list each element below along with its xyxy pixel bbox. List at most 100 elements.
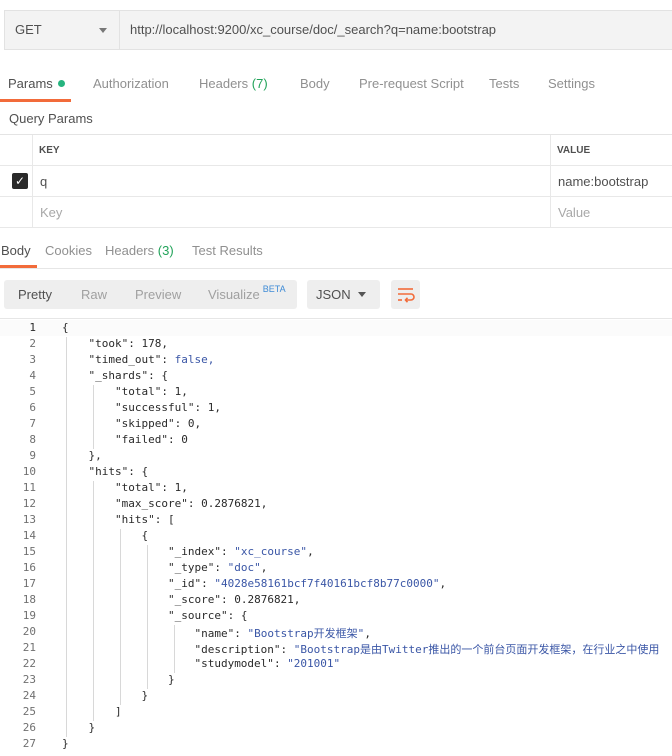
code-line: "total": 1, — [114, 385, 188, 398]
line-number: 26 — [22, 721, 36, 734]
wrap-lines-button[interactable] — [391, 280, 420, 309]
active-dot-icon — [57, 80, 65, 87]
param-value[interactable]: name:bootstrap — [558, 174, 648, 189]
tab-authorization[interactable]: Authorization — [93, 76, 169, 91]
line-number: 3 — [29, 353, 36, 366]
url-input[interactable]: http://localhost:9200/xc_course/doc/_sea… — [119, 10, 672, 50]
key-placeholder[interactable]: Key — [40, 205, 62, 220]
view-mode-preview[interactable]: Preview — [135, 287, 181, 302]
line-number: 12 — [22, 497, 36, 510]
key-column-header: KEY — [39, 145, 60, 156]
format-label: JSON — [316, 287, 351, 302]
line-number: 8 — [29, 433, 36, 446]
line-number: 22 — [22, 657, 36, 670]
code-line: "studymodel": "201001" — [194, 657, 341, 670]
code-line: "successful": 1, — [114, 401, 221, 414]
wrap-lines-icon — [398, 288, 415, 303]
visualize-label: Visualize — [208, 287, 260, 302]
line-number: 25 — [22, 705, 36, 718]
active-tab-underline — [0, 99, 71, 102]
indent-guide — [174, 625, 175, 673]
new-param-row[interactable]: Key Value — [0, 197, 672, 228]
code-line: }, — [62, 449, 102, 462]
value-column-header: VALUE — [557, 145, 591, 156]
code-line: "skipped": 0, — [114, 417, 202, 430]
line-number: 13 — [22, 513, 36, 526]
line-number: 11 — [22, 481, 36, 494]
chevron-down-icon — [358, 292, 366, 297]
code-line: "hits": { — [88, 465, 149, 478]
tab-headers[interactable]: Headers (7) — [199, 76, 268, 91]
param-row[interactable]: ✓ q name:bootstrap — [0, 166, 672, 197]
code-line: } — [62, 689, 149, 702]
code-line: } — [62, 737, 69, 750]
params-header-row: KEY VALUE — [0, 135, 672, 166]
line-number: 9 — [29, 449, 36, 462]
view-mode-raw[interactable]: Raw — [81, 287, 107, 302]
tab-response-headers-count: (3) — [157, 243, 174, 258]
tab-tests[interactable]: Tests — [489, 76, 519, 91]
code-line: "description": "Bootstrap是由Twitter推出的一个前… — [194, 643, 660, 656]
url-text: http://localhost:9200/xc_course/doc/_sea… — [130, 22, 497, 37]
query-params-title: Query Params — [9, 111, 93, 126]
line-number: 20 — [22, 625, 36, 638]
value-placeholder[interactable]: Value — [558, 205, 590, 220]
format-select[interactable]: JSON — [307, 280, 380, 309]
line-number: 1 — [29, 321, 36, 334]
code-line: "_source": { — [167, 609, 248, 622]
active-response-tab-underline — [0, 265, 37, 268]
tab-params[interactable]: Params — [8, 76, 65, 91]
code-line: "_score": 0.2876821, — [167, 593, 301, 606]
code-line: "hits": [ — [114, 513, 175, 526]
line-number: 24 — [22, 689, 36, 702]
indent-guide — [93, 481, 94, 721]
line-number: 6 — [29, 401, 36, 414]
indent-guide — [120, 529, 121, 705]
line-number: 15 — [22, 545, 36, 558]
chevron-down-icon — [99, 28, 107, 33]
checkbox-checked-icon[interactable]: ✓ — [12, 173, 28, 189]
code-line: { — [62, 529, 149, 542]
tab-response-body[interactable]: Body — [1, 243, 31, 258]
indent-guide — [147, 545, 148, 689]
tab-pre-request-script[interactable]: Pre-request Script — [359, 76, 464, 91]
code-line: "failed": 0 — [114, 433, 188, 446]
line-number: 19 — [22, 609, 36, 622]
line-number: 23 — [22, 673, 36, 686]
line-number: 5 — [29, 385, 36, 398]
tab-response-headers-label: Headers — [105, 243, 155, 258]
tab-body[interactable]: Body — [300, 76, 330, 91]
tab-test-results[interactable]: Test Results — [192, 243, 263, 258]
params-table: KEY VALUE ✓ q name:bootstrap Key Value — [0, 134, 672, 229]
code-line: "took": 178, — [88, 337, 169, 350]
beta-badge: BETA — [262, 284, 286, 294]
code-line: "timed_out": false, — [88, 353, 215, 366]
tab-params-label: Params — [8, 76, 53, 91]
line-number: 18 — [22, 593, 36, 606]
code-line: { — [62, 321, 69, 334]
tab-headers-label: Headers — [199, 76, 249, 91]
code-line: } — [62, 673, 175, 686]
method-select[interactable]: GET — [4, 10, 119, 50]
line-number: 7 — [29, 417, 36, 430]
view-mode-selector: Pretty Raw Preview Visualize BETA — [4, 280, 297, 309]
view-mode-pretty[interactable]: Pretty — [18, 287, 52, 302]
response-body-viewer[interactable]: 1 {2 "took": 178, 3 "timed_out": false, 4 "… — [0, 318, 672, 756]
code-line: "name": "Bootstrap开发框架", — [194, 627, 371, 640]
code-line: "total": 1, — [114, 481, 188, 494]
code-line: "_shards": { — [88, 369, 168, 382]
line-number: 2 — [29, 337, 36, 350]
line-number: 27 — [22, 737, 36, 750]
param-key[interactable]: q — [40, 174, 47, 189]
current-line-highlight — [0, 320, 672, 336]
tab-response-headers[interactable]: Headers (3) — [105, 243, 174, 258]
request-tabs: Params Authorization Headers (7) Body Pr… — [0, 70, 672, 102]
indent-guide — [66, 337, 67, 737]
tab-cookies[interactable]: Cookies — [45, 243, 92, 258]
line-number: 17 — [22, 577, 36, 590]
code-line: "_index": "xc_course", — [167, 545, 314, 558]
view-mode-visualize[interactable]: Visualize BETA — [208, 284, 286, 302]
tab-headers-count: (7) — [251, 76, 268, 91]
line-number: 16 — [22, 561, 36, 574]
tab-settings[interactable]: Settings — [548, 76, 595, 91]
